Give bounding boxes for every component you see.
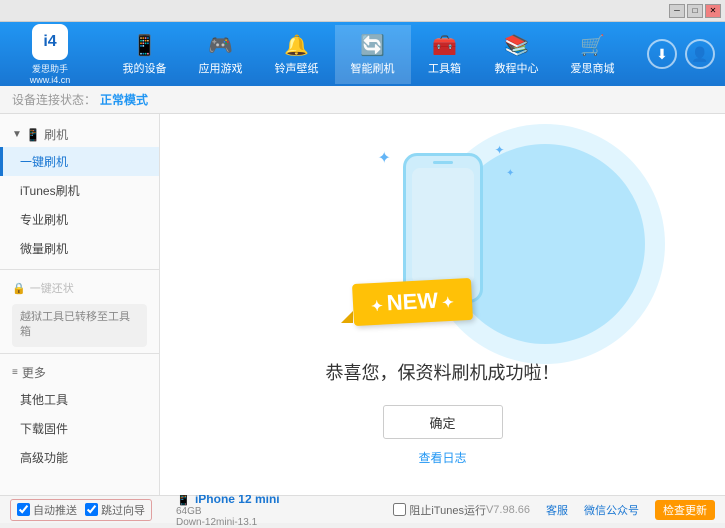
nav-tutorial-label: 教程中心 [495, 60, 539, 76]
divider-1 [0, 269, 159, 270]
auto-push-input[interactable] [17, 503, 30, 516]
account-btn[interactable]: 👤 [685, 39, 715, 69]
tutorial-icon: 📚 [504, 33, 529, 58]
skip-guide-checkbox[interactable]: 跳过向导 [85, 502, 145, 518]
expand-icon: ▼ [12, 129, 22, 140]
sparkle-1: ✦ [378, 148, 391, 168]
phone-screen [412, 168, 474, 284]
sparkle-2: ✦ [494, 143, 504, 157]
logo: i4 爱思助手 www.i4.cn [10, 24, 90, 85]
content-area: ✦ ✦ ✦ ✦NEW✦ 恭喜您，保资料刷机成功啦！ 确定 查看日志 [160, 114, 725, 495]
section-flash[interactable]: ▼ 📱 刷机 [0, 122, 159, 147]
sidebar-item-pro-flash[interactable]: 专业刷机 [0, 205, 159, 234]
section-more-label: 更多 [22, 364, 46, 381]
store-icon: 🛒 [580, 33, 605, 58]
maximize-btn[interactable]: □ [687, 4, 703, 18]
bottom-bar: 自动推送 跳过向导 📱 iPhone 12 mini 64GB Down-12m… [0, 495, 725, 523]
device-info: 📱 iPhone 12 mini 64GB Down-12mini-13.1 [176, 492, 280, 528]
status-value: 正常模式 [100, 91, 148, 108]
customer-service-link[interactable]: 客服 [546, 502, 568, 518]
nav-toolbox[interactable]: 🧰 工具箱 [411, 25, 479, 84]
bottom-middle: 阻止iTunes运行 [393, 502, 486, 518]
window-controls[interactable]: ─ □ ✕ [669, 4, 721, 18]
sidebar: ▼ 📱 刷机 一键刷机 iTunes刷机 专业刷机 微量刷机 🔒 一键还状 越狱… [0, 114, 160, 495]
sidebar-item-micro-flash[interactable]: 微量刷机 [0, 234, 159, 263]
phone-speaker [433, 161, 453, 164]
expand-more-icon: ≡ [12, 367, 18, 378]
logo-icon: i4 [32, 24, 68, 60]
nav-my-device[interactable]: 📱 我的设备 [107, 25, 183, 84]
nav-ringtone[interactable]: 🔔 铃声壁纸 [259, 25, 335, 84]
sidebar-item-download-fw[interactable]: 下载固件 [0, 414, 159, 443]
checkbox-group: 自动推送 跳过向导 [10, 499, 152, 521]
content-wrapper: ✦ ✦ ✦ ✦NEW✦ 恭喜您，保资料刷机成功啦！ 确定 查看日志 [326, 143, 560, 466]
title-bar: ─ □ ✕ [0, 0, 725, 22]
nav-app-game-label: 应用游戏 [199, 60, 243, 76]
phone-icon: 📱 [132, 33, 157, 58]
itunes-checkbox[interactable] [393, 503, 406, 516]
itunes-status[interactable]: 阻止iTunes运行 [393, 502, 486, 518]
logo-subtitle: 爱思助手 [32, 62, 68, 75]
phone-container: ✦ ✦ ✦ ✦NEW✦ [363, 143, 523, 343]
logo-url: www.i4.cn [30, 75, 71, 85]
sidebar-item-one-key-flash[interactable]: 一键刷机 [0, 147, 159, 176]
header-actions: ⬇ 👤 [647, 39, 715, 69]
nav-store[interactable]: 🛒 爱思商城 [555, 25, 631, 84]
section-more[interactable]: ≡ 更多 [0, 360, 159, 385]
sidebar-note: 越狱工具已转移至工具箱 [12, 304, 147, 347]
auto-push-checkbox[interactable]: 自动推送 [17, 502, 77, 518]
skip-guide-input[interactable] [85, 503, 98, 516]
device-storage: 64GB [176, 506, 280, 517]
flash-icon: 🔄 [360, 33, 385, 58]
success-message: 恭喜您，保资料刷机成功啦！ [326, 359, 560, 385]
bottom-left: 自动推送 跳过向导 📱 iPhone 12 mini 64GB Down-12m… [10, 492, 393, 528]
lock-icon: 🔒 [12, 282, 26, 295]
main-layout: ▼ 📱 刷机 一键刷机 iTunes刷机 专业刷机 微量刷机 🔒 一键还状 越狱… [0, 114, 725, 495]
download-btn[interactable]: ⬇ [647, 39, 677, 69]
new-badge: ✦NEW✦ [351, 278, 472, 326]
nav-app-game[interactable]: 🎮 应用游戏 [183, 25, 259, 84]
toolbox-icon: 🧰 [432, 33, 457, 58]
app-icon: 🎮 [208, 33, 233, 58]
sidebar-locked-restore: 🔒 一键还状 [0, 276, 159, 300]
section-flash-label: 📱 刷机 [26, 126, 68, 143]
nav-tutorial[interactable]: 📚 教程中心 [479, 25, 555, 84]
update-btn[interactable]: 检查更新 [655, 500, 715, 520]
sidebar-item-advanced[interactable]: 高级功能 [0, 443, 159, 472]
divider-2 [0, 353, 159, 354]
status-label: 设备连接状态： [12, 91, 96, 108]
sparkle-3: ✦ [506, 168, 514, 179]
minimize-btn[interactable]: ─ [669, 4, 685, 18]
sidebar-item-itunes-flash[interactable]: iTunes刷机 [0, 176, 159, 205]
nav-toolbox-label: 工具箱 [428, 60, 461, 76]
nav-ringtone-label: 铃声壁纸 [275, 60, 319, 76]
nav-store-label: 爱思商城 [571, 60, 615, 76]
sidebar-item-other-tools[interactable]: 其他工具 [0, 385, 159, 414]
status-bar: 设备连接状态： 正常模式 [0, 86, 725, 114]
badge-tail [341, 311, 353, 323]
nav-bar: 📱 我的设备 🎮 应用游戏 🔔 铃声壁纸 🔄 智能刷机 🧰 工具箱 📚 教程中心… [90, 25, 647, 84]
header: i4 爱思助手 www.i4.cn 📱 我的设备 🎮 应用游戏 🔔 铃声壁纸 🔄… [0, 22, 725, 86]
version-info: V7.98.66 [486, 504, 530, 516]
nav-smart-flash[interactable]: 🔄 智能刷机 [335, 25, 411, 84]
history-link[interactable]: 查看日志 [418, 449, 466, 466]
ringtone-icon: 🔔 [284, 33, 309, 58]
device-version: Down-12mini-13.1 [176, 517, 280, 528]
nav-smart-flash-label: 智能刷机 [351, 60, 395, 76]
nav-my-device-label: 我的设备 [123, 60, 167, 76]
close-btn[interactable]: ✕ [705, 4, 721, 18]
confirm-button[interactable]: 确定 [383, 405, 503, 439]
bottom-right: V7.98.66 客服 微信公众号 检查更新 [486, 500, 715, 520]
wechat-link[interactable]: 微信公众号 [584, 502, 639, 518]
